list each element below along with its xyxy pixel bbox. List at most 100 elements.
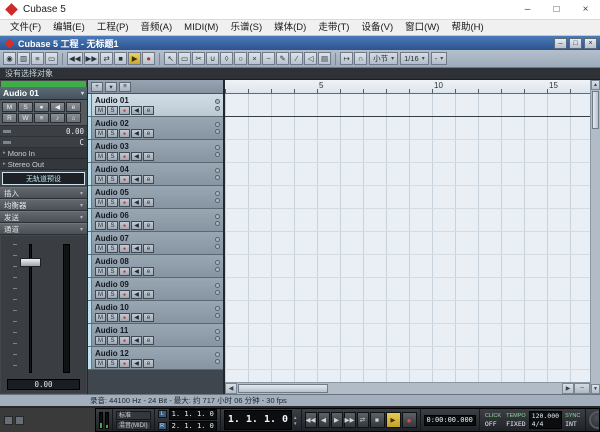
solo-button[interactable]: S — [107, 129, 118, 138]
monitor-button[interactable]: ◀ — [50, 102, 65, 112]
track-row[interactable]: Audio 03MS●◀e — [88, 140, 223, 163]
record-enable-button[interactable]: ● — [119, 175, 130, 184]
menu-item-6[interactable]: 媒体(D) — [268, 20, 312, 36]
track-row[interactable]: Audio 10MS●◀e — [88, 301, 223, 324]
sync-cell[interactable]: SYNC INT — [563, 413, 582, 428]
mute-button[interactable]: M — [95, 106, 106, 115]
mute-button[interactable]: M — [95, 221, 106, 230]
solo-button[interactable]: S — [107, 198, 118, 207]
mute-button[interactable]: M — [95, 267, 106, 276]
snap-type-dropdown[interactable]: 小节 ▾ — [369, 52, 398, 65]
record-enable-button[interactable]: ● — [119, 244, 130, 253]
line-tool[interactable]: ∕ — [290, 52, 303, 65]
time-warp-tool[interactable]: ~ — [262, 52, 275, 65]
position-spinner[interactable]: ▲▼ — [293, 415, 297, 426]
record-enable-button[interactable]: ● — [119, 106, 130, 115]
timeline-ruler[interactable]: 51015 — [225, 80, 590, 94]
mute-button[interactable]: M — [95, 359, 106, 368]
play-button[interactable]: ▶ — [386, 412, 401, 428]
track-row[interactable]: Audio 11MS●◀e — [88, 324, 223, 347]
record-enable-button[interactable]: ● — [119, 267, 130, 276]
solo-button[interactable]: S — [107, 336, 118, 345]
monitor-button[interactable]: ◀ — [131, 313, 142, 322]
solo-button[interactable]: S — [107, 106, 118, 115]
track-row[interactable]: Audio 09MS●◀e — [88, 278, 223, 301]
vertical-scroll-track[interactable] — [591, 90, 600, 384]
edit-button[interactable]: e — [143, 129, 154, 138]
menu-item-5[interactable]: 乐谱(S) — [224, 20, 268, 36]
monitor-button[interactable]: ◀ — [131, 336, 142, 345]
range-select-tool[interactable]: ▭ — [178, 52, 191, 65]
solo-button[interactable]: S — [18, 102, 33, 112]
add-track-button[interactable]: + — [91, 82, 103, 92]
edit-button[interactable]: e — [143, 221, 154, 230]
solo-button[interactable]: S — [107, 244, 118, 253]
monitor-button[interactable]: ◀ — [131, 152, 142, 161]
pan-row[interactable]: C — [0, 137, 87, 148]
tempo-mode-cell[interactable]: TEMPO FIXED — [504, 413, 528, 428]
mute-button[interactable]: M — [2, 102, 17, 112]
record-enable-button[interactable]: ● — [119, 290, 130, 299]
horizontal-scroll-track[interactable] — [237, 383, 562, 394]
inspector-section-3[interactable]: 通道▾ — [0, 223, 87, 235]
project-restore-button[interactable]: □ — [569, 38, 582, 49]
vertical-scroll-thumb[interactable] — [592, 91, 599, 129]
scroll-right-button[interactable]: ▶ — [562, 383, 574, 394]
track-row[interactable]: Audio 05MS●◀e — [88, 186, 223, 209]
record-enable-button[interactable]: ● — [119, 129, 130, 138]
maximize-button[interactable]: □ — [542, 0, 571, 20]
glue-tool[interactable]: ∪ — [206, 52, 219, 65]
solo-button[interactable]: S — [107, 152, 118, 161]
left-locator-display[interactable]: 1. 1. 1. 0 — [169, 409, 217, 420]
split-tool[interactable]: ✂ — [192, 52, 205, 65]
zoom-tool[interactable]: ○ — [234, 52, 247, 65]
scroll-up-button[interactable]: ▲ — [591, 80, 600, 90]
inspector-track-header[interactable]: Audio 01 ▾ — [0, 87, 87, 100]
record-button[interactable]: ● — [142, 52, 155, 65]
volume-row[interactable]: 0.00 — [0, 126, 87, 137]
monitor-button[interactable]: ◀ — [131, 359, 142, 368]
mute-button[interactable]: M — [95, 198, 106, 207]
edit-button[interactable]: e — [143, 244, 154, 253]
close-button[interactable]: × — [571, 0, 600, 20]
right-locator-display[interactable]: 2. 1. 1. 0 — [169, 421, 217, 432]
track-row[interactable]: Audio 01MS●◀e — [88, 94, 223, 117]
tempo-display[interactable]: 120.000 4/4 — [529, 411, 562, 429]
solo-button[interactable]: S — [107, 267, 118, 276]
show-inspector-button[interactable]: ▥ — [17, 52, 30, 65]
forward-button[interactable]: ▶ — [331, 412, 343, 428]
menu-item-2[interactable]: 工程(P) — [91, 20, 135, 36]
rewind-button[interactable]: ◀ — [318, 412, 330, 428]
menu-item-0[interactable]: 文件(F) — [4, 20, 47, 36]
record-button[interactable]: ● — [402, 412, 417, 428]
menu-item-9[interactable]: 窗口(W) — [399, 20, 445, 36]
write-automation-button[interactable]: W — [18, 113, 33, 123]
zoom-slider[interactable]: − — [574, 383, 590, 394]
draw-tool[interactable]: ✎ — [276, 52, 289, 65]
mute-button[interactable]: M — [95, 152, 106, 161]
activate-project-button[interactable]: ◉ — [3, 52, 16, 65]
autoscroll-button[interactable]: ↦ — [340, 52, 353, 65]
minimize-button[interactable]: – — [513, 0, 542, 20]
goto-previous-marker-button[interactable]: ◀◀ — [305, 412, 317, 428]
track-row[interactable]: Audio 07MS●◀e — [88, 232, 223, 255]
monitor-button[interactable]: ◀ — [131, 129, 142, 138]
track-scale-button[interactable]: ▾ — [105, 82, 117, 92]
show-overview-button[interactable]: ▭ — [45, 52, 58, 65]
monitor-button[interactable]: ◀ — [131, 244, 142, 253]
menu-item-4[interactable]: MIDI(M) — [178, 20, 224, 36]
cycle-button[interactable]: ⇄ — [100, 52, 113, 65]
edit-channel-button[interactable]: e — [66, 102, 81, 112]
track-row[interactable]: Audio 06MS●◀e — [88, 209, 223, 232]
edit-button[interactable]: e — [143, 175, 154, 184]
track-controls-button[interactable]: ≡ — [119, 82, 131, 92]
solo-button[interactable]: S — [107, 359, 118, 368]
mute-tool[interactable]: × — [248, 52, 261, 65]
solo-button[interactable]: S — [107, 290, 118, 299]
mute-button[interactable]: M — [95, 129, 106, 138]
goto-next-marker-button[interactable]: ▶▶ — [344, 412, 356, 428]
track-row[interactable]: Audio 12MS●◀e — [88, 347, 223, 370]
record-enable-button[interactable]: ● — [119, 359, 130, 368]
output-routing-row[interactable]: ▸ Stereo Out — [0, 159, 87, 170]
menu-item-7[interactable]: 走带(T) — [312, 20, 355, 36]
